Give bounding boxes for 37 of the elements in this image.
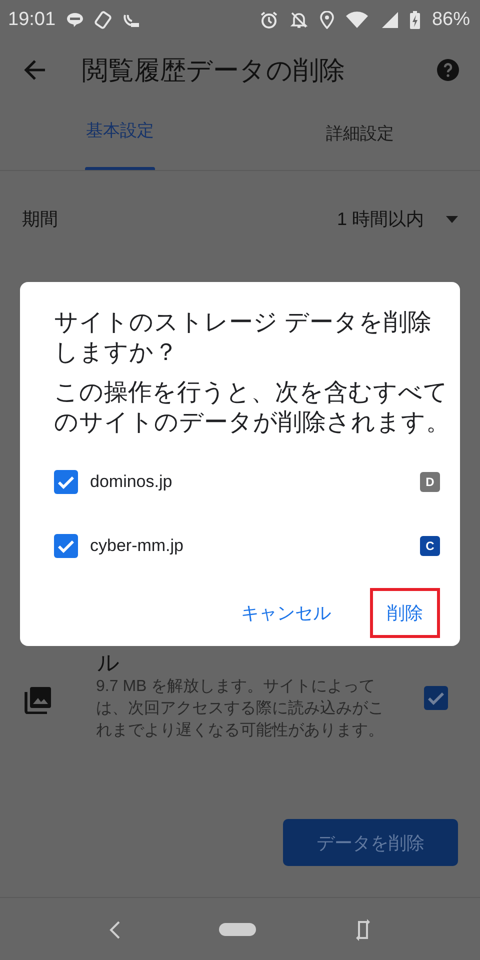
item-title: ル — [97, 650, 121, 676]
clear-data-button[interactable]: データを削除 — [283, 819, 458, 866]
location-icon — [320, 11, 334, 29]
site-favicon: C — [420, 536, 440, 556]
chat-bubble-icon — [66, 12, 84, 28]
rotate-icon[interactable] — [354, 918, 371, 940]
signal-icon — [382, 12, 398, 28]
dropdown-caret-icon[interactable] — [446, 216, 458, 222]
site-name: cyber-mm.jp — [90, 536, 185, 556]
checkbox[interactable] — [54, 470, 78, 494]
home-pill-icon[interactable] — [219, 923, 256, 936]
item-description: 9.7 MB を解放します。サイトによっては、次回アクセスする際に読み込みがこれまでより遅くなる可能性があります。 — [96, 677, 385, 741]
cancel-button[interactable]: キャンセル — [224, 588, 348, 638]
period-label: 期間 — [22, 208, 59, 231]
tab[interactable]: 詳細設定 — [326, 122, 394, 170]
site-favicon: D — [420, 472, 440, 492]
dialog-title: サイトのストレージ データを削除しますか？ — [54, 308, 433, 368]
tab-indicator — [85, 167, 155, 170]
site-name: dominos.jp — [90, 472, 174, 492]
battery-percent: 86% — [432, 9, 470, 31]
help-icon[interactable] — [436, 58, 460, 82]
checkbox[interactable] — [54, 534, 78, 558]
status-time: 19:01 — [8, 9, 56, 31]
alarm-icon — [260, 11, 278, 29]
page-title: 閲覧履歴データの削除 — [82, 54, 346, 86]
tab[interactable]: 基本設定 — [86, 119, 154, 167]
rotation-icon — [94, 11, 112, 29]
delete-button[interactable]: 削除 — [370, 588, 440, 638]
muted-bell-icon — [290, 11, 308, 29]
wifi-icon — [346, 11, 370, 29]
back-icon[interactable] — [109, 920, 122, 940]
back-arrow-icon[interactable] — [24, 59, 46, 81]
dialog-message: この操作を行うと、次を含むすべてのサイトのデータが削除されます。 — [54, 378, 450, 438]
checkbox[interactable] — [424, 686, 448, 710]
battery-icon — [410, 11, 420, 29]
image-icon — [24, 686, 52, 714]
period-dropdown[interactable]: 1 時間以内 — [336, 207, 424, 231]
